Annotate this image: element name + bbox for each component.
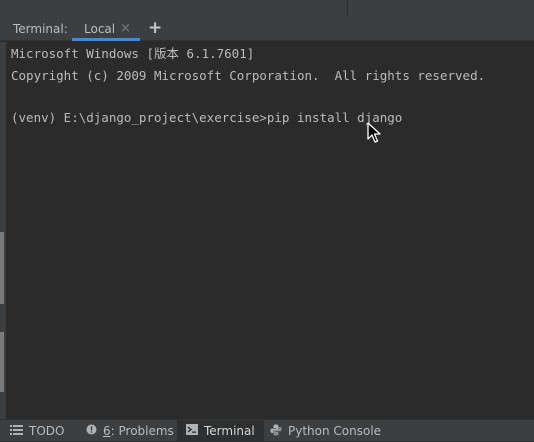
- terminal-icon: [186, 424, 198, 438]
- bottom-tool-window-bar: TODO 6: Problems Terminal Python Console: [0, 419, 534, 442]
- terminal-output[interactable]: Microsoft Windows [版本 6.1.7601] Copyrigh…: [6, 42, 534, 419]
- gutter-tool-strip[interactable]: [0, 232, 4, 304]
- strip-divider: [347, 0, 348, 16]
- python-console-tool-button[interactable]: Python Console: [270, 420, 381, 442]
- mouse-cursor-icon: [367, 122, 381, 143]
- tab-local[interactable]: Local ×: [72, 16, 140, 41]
- gutter-tool-strip[interactable]: [0, 332, 4, 392]
- terminal-line: Copyright (c) 2009 Microsoft Corporation…: [11, 68, 486, 83]
- tab-local-label: Local: [84, 22, 116, 36]
- title-strip: [0, 0, 534, 16]
- warning-icon: [86, 424, 97, 438]
- add-tab-button[interactable]: +: [148, 18, 162, 38]
- problems-label: : Problems: [110, 424, 174, 438]
- terminal-tabbar-title: Terminal:: [13, 22, 68, 36]
- list-icon: [10, 424, 23, 438]
- problems-tool-button[interactable]: 6: Problems: [86, 420, 174, 442]
- todo-tool-button[interactable]: TODO: [10, 420, 64, 442]
- problems-mnemonic: 6: [103, 424, 111, 438]
- todo-label: TODO: [29, 424, 65, 438]
- python-console-label: Python Console: [288, 424, 382, 438]
- terminal-line: (venv) E:\django_project\exercise>pip in…: [11, 110, 403, 125]
- close-icon[interactable]: ×: [120, 21, 131, 36]
- terminal-tool-label: Terminal: [204, 424, 255, 438]
- terminal-line: Microsoft Windows [版本 6.1.7601]: [11, 46, 255, 61]
- python-icon: [270, 424, 282, 439]
- terminal-tool-button[interactable]: Terminal: [177, 420, 264, 442]
- terminal-tabbar: Terminal: Local × +: [0, 16, 534, 41]
